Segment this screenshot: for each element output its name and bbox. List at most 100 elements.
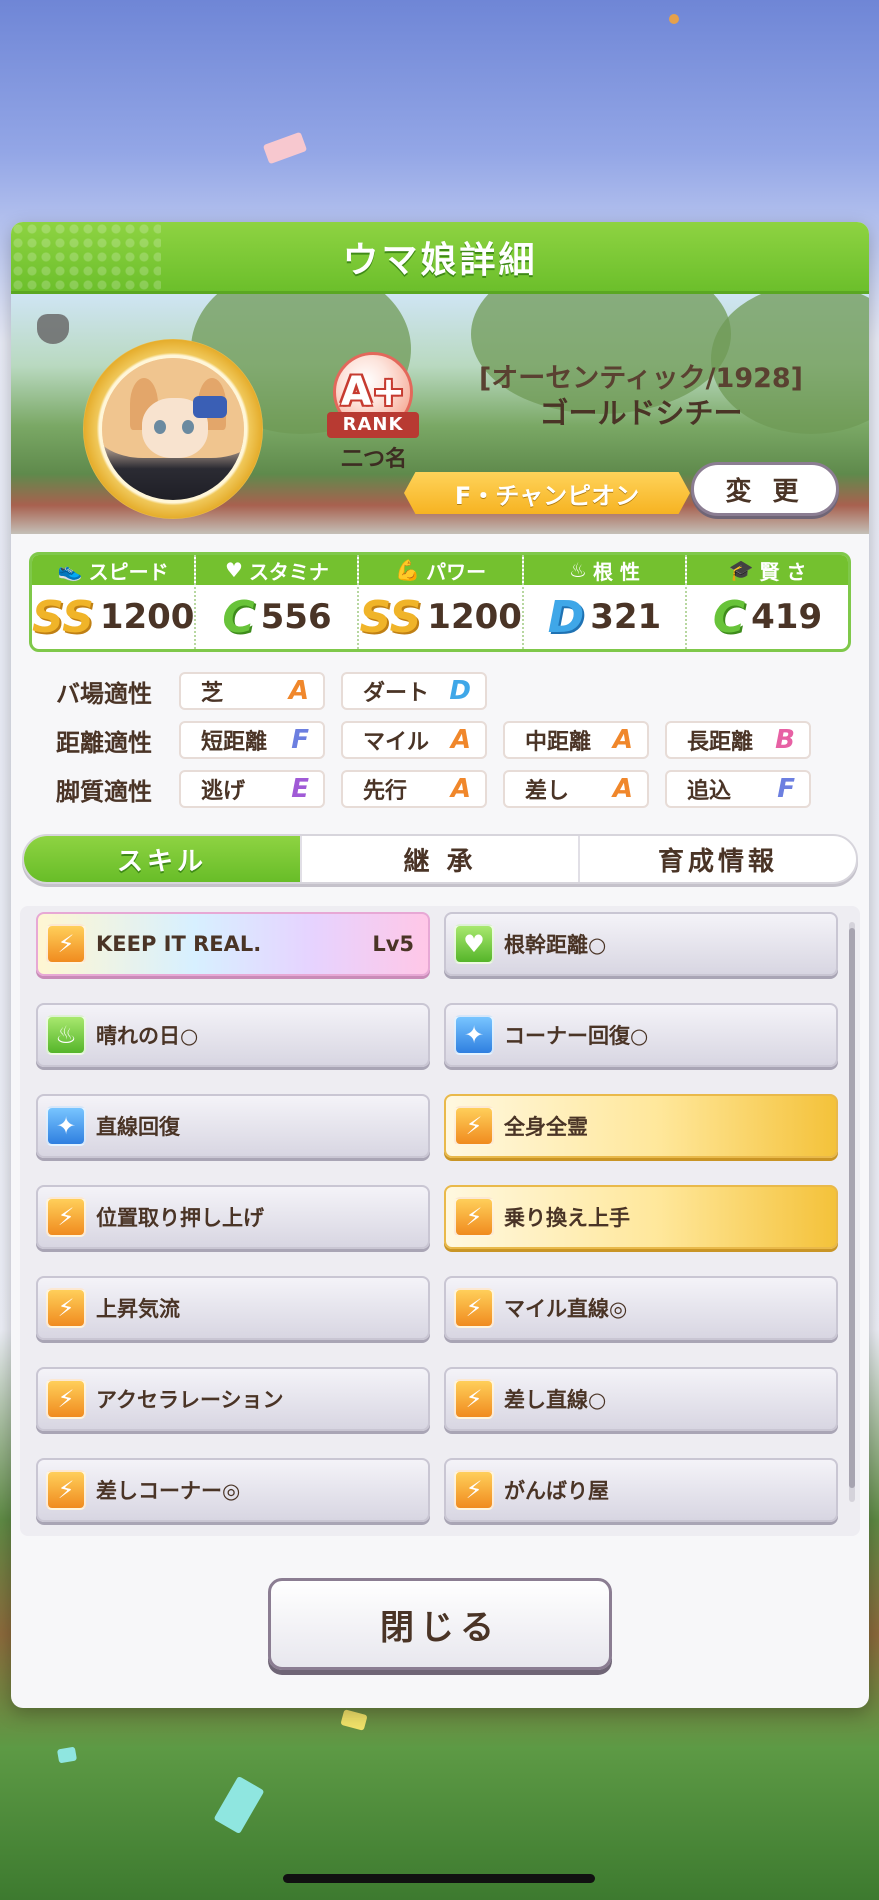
skill-item[interactable]: ⚡ 差し直線○ [444, 1367, 838, 1431]
heal-sparkle-icon: ✦ [454, 1015, 494, 1055]
dialog-title: ウマ娘詳細 [342, 239, 538, 281]
speed-icon: ⚡ [46, 1288, 86, 1328]
stat-grade: D [547, 591, 585, 643]
skill-name: KEEP IT REAL. [96, 932, 262, 956]
skill-item[interactable]: ⚡ アクセラレーション [36, 1367, 430, 1431]
stat-label: 賢 さ [759, 559, 807, 584]
shoe-icon: 👟 [57, 558, 83, 582]
aptitude-cell: 差し A [503, 770, 649, 808]
skill-name: 差しコーナー◎ [96, 1479, 241, 1503]
skill-item[interactable]: ✦ コーナー回復○ [444, 1003, 838, 1067]
aptitude-name: ダート [363, 681, 430, 706]
skill-item[interactable]: ⚡ 乗り換え上手 [444, 1185, 838, 1249]
skill-item[interactable]: ⚡ 上昇気流 [36, 1276, 430, 1340]
skill-name: マイル直線◎ [504, 1297, 628, 1321]
header-pattern [11, 222, 161, 294]
aptitude-cell: 芝A [179, 672, 325, 710]
skill-name: コーナー回復○ [504, 1024, 649, 1048]
confetti [262, 131, 308, 165]
skill-name: 晴れの日○ [96, 1024, 199, 1048]
aptitude-grade: E [291, 774, 309, 804]
skill-item[interactable]: ⚡ 位置取り押し上げ [36, 1185, 430, 1249]
skill-item[interactable]: ♨ 晴れの日○ [36, 1003, 430, 1067]
stat-value: 321 [590, 597, 662, 637]
stat-label: パワー [426, 559, 487, 584]
skill-item[interactable]: ⚡ 差しコーナー◎ [36, 1458, 430, 1522]
aptitude-name: 中距離 [525, 730, 592, 755]
stat-value: 556 [260, 597, 332, 637]
confetti [669, 14, 679, 24]
confetti [340, 1709, 368, 1731]
stat-value: 1200 [99, 597, 195, 637]
muscle-icon: 💪 [395, 558, 421, 582]
aptitude-name: 先行 [363, 779, 408, 804]
stat-grade: SS [32, 591, 94, 643]
character-name: ゴールドシチー [539, 396, 743, 430]
aptitude-name: マイル [363, 730, 430, 755]
carrot-icon [37, 314, 69, 344]
grad-cap-icon: 🎓 [728, 558, 754, 582]
skill-item[interactable]: ⚡ 全身全霊 [444, 1094, 838, 1158]
stat-guts: ♨ 根 性 D 321 [523, 555, 687, 649]
character-avatar[interactable] [83, 339, 263, 519]
stat-wisdom: 🎓 賢 さ C 419 [686, 555, 848, 649]
speed-icon: ⚡ [46, 1470, 86, 1510]
skill-level: Lv5 [372, 932, 414, 956]
character-hero: A+ RANK 二つ名 [オーセンティック/1928] ゴールドシチー F・チャ… [11, 294, 869, 534]
tab-skills[interactable]: スキル [24, 836, 302, 882]
aptitude-cell: 先行 A [341, 770, 487, 808]
aptitude-grade: A [450, 774, 471, 804]
skill-name: がんばり屋 [504, 1479, 609, 1503]
skill-item[interactable]: ⚡ KEEP IT REAL. Lv5 [36, 912, 430, 976]
dialog-header: ウマ娘詳細 [11, 222, 869, 294]
flame-icon: ♨ [569, 558, 587, 582]
skill-item[interactable]: ⚡ がんばり屋 [444, 1458, 838, 1522]
skill-name: 根幹距離○ [504, 933, 607, 957]
aptitude-grade: A [450, 725, 471, 755]
stat-speed: 👟 スピード SS 1200 [32, 555, 197, 649]
stat-value: 419 [751, 597, 823, 637]
skill-name: アクセラレーション [96, 1388, 284, 1412]
skill-name: 差し直線○ [504, 1388, 607, 1412]
stat-power: 💪 パワー SS 1200 [359, 555, 524, 649]
stat-stamina: ♥ スタミナ C 556 [196, 555, 360, 649]
confetti [213, 1775, 265, 1835]
skill-name: 上昇気流 [96, 1297, 180, 1321]
speed-icon: ⚡ [454, 1288, 494, 1328]
tab-inheritance[interactable]: 継 承 [302, 836, 580, 882]
aptitude-grade: A [612, 774, 633, 804]
speed-icon: ⚡ [46, 1197, 86, 1237]
skills-scrollbar-thumb[interactable] [849, 928, 855, 1488]
aptitude-name: 長距離 [687, 730, 754, 755]
speed-icon: ⚡ [454, 1379, 494, 1419]
skill-item[interactable]: ♥ 根幹距離○ [444, 912, 838, 976]
rank-badge: A+ RANK [327, 352, 419, 442]
aptitude-grade: B [775, 725, 795, 755]
stat-grade: C [712, 591, 746, 643]
skill-item[interactable]: ⚡ マイル直線◎ [444, 1276, 838, 1340]
speed-icon: ⚡ [454, 1470, 494, 1510]
aptitude-cell: マイル A [341, 721, 487, 759]
home-indicator[interactable] [283, 1874, 595, 1883]
aptitude-name: 逃げ [201, 779, 246, 804]
close-button[interactable]: 閉じる [268, 1578, 612, 1670]
green-flame-icon: ♨ [46, 1015, 86, 1055]
aptitude-cell: 追込 F [665, 770, 811, 808]
aptitude-grade: F [777, 774, 795, 804]
aptitude-grade: A [612, 725, 633, 755]
aptitude-cell: 長距離 B [665, 721, 811, 759]
skill-name: 位置取り押し上げ [96, 1206, 264, 1230]
track-aptitude-row: バ場適性 芝A ダート D [29, 669, 851, 713]
aptitude-name: 差し [525, 779, 570, 804]
speed-icon: ⚡ [454, 1197, 494, 1237]
skill-item[interactable]: ✦ 直線回復 [36, 1094, 430, 1158]
change-epithet-button[interactable]: 変 更 [691, 462, 839, 516]
heal-sparkle-icon: ✦ [46, 1106, 86, 1146]
stat-label: スピード [88, 559, 169, 584]
confetti [56, 1746, 78, 1764]
tab-training-info[interactable]: 育成情報 [580, 836, 856, 882]
stat-label: 根 性 [592, 559, 640, 584]
uma-detail-dialog: ウマ娘詳細 A+ RANK 二つ名 [オーセンティック/1928] ゴールドシチ… [11, 222, 869, 1708]
stat-grade: SS [359, 591, 422, 643]
aptitude-grade: A [288, 676, 309, 706]
